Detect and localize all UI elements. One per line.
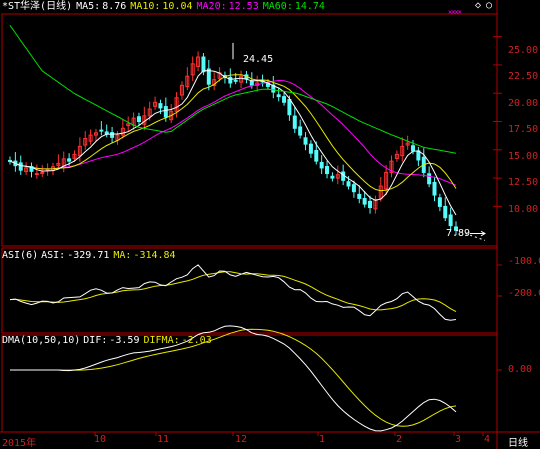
- restore-icon[interactable]: ◇: [475, 0, 481, 11]
- candle-body: [298, 126, 303, 136]
- x-label: 1: [319, 434, 326, 445]
- price-tick: 10.00: [508, 204, 539, 215]
- dma-indicator-name[interactable]: DMA(10,50,10): [2, 335, 80, 346]
- ma20-label-text: MA20:: [196, 1, 227, 12]
- candle-body: [158, 103, 163, 109]
- asi-legend: ASI(6) ASI: -329.71 MA: -314.84: [2, 250, 180, 262]
- dma-tick: 0.00: [508, 364, 533, 375]
- ma5-label: MA5: 8.76: [76, 1, 130, 12]
- asi-line: [9, 264, 457, 321]
- candle-body: [437, 197, 442, 207]
- chart-frame: [0, 0, 540, 449]
- candle-body: [432, 181, 437, 196]
- candle-body: [136, 116, 141, 123]
- candle-body: [351, 184, 356, 193]
- candle-body: [346, 181, 351, 187]
- candle-body: [104, 131, 109, 135]
- dif-value: -3.59: [109, 335, 140, 346]
- candle-body: [276, 94, 281, 98]
- asi-value: -329.71: [67, 250, 110, 261]
- asi-ma-value: -314.84: [133, 250, 176, 261]
- candle-body: [325, 166, 330, 175]
- panel-border: [1, 334, 498, 433]
- candle-body: [163, 106, 168, 118]
- candle-body: [18, 162, 23, 171]
- candle-body: [416, 150, 421, 161]
- candle-body: [357, 193, 362, 199]
- candle-body: [282, 96, 287, 103]
- candle-body: [99, 129, 104, 132]
- candle-body: [110, 132, 115, 138]
- x-label: 11: [157, 434, 170, 445]
- candle-body: [308, 143, 313, 154]
- asi-ma-label: MA:: [113, 250, 132, 261]
- price-tick: 15.00: [508, 151, 539, 162]
- asi-panel[interactable]: [9, 264, 457, 321]
- candle-body: [228, 76, 233, 84]
- candle-body: [368, 200, 373, 209]
- ma20-value: 12.53: [228, 1, 259, 12]
- asi-indicator-name[interactable]: ASI(6): [2, 250, 38, 261]
- candle-body: [427, 173, 432, 185]
- low-marker-arrow: [470, 230, 487, 237]
- low-price-marker: 7.89: [446, 228, 471, 239]
- price-legend: *ST华泽(日线) MA5: 8.76 MA10: 10.04 MA20: 12.53 MA6…: [2, 1, 329, 13]
- candle-body: [292, 115, 297, 129]
- candle-body: [201, 56, 206, 73]
- asi-tick: -200.0: [508, 288, 540, 299]
- candle-body: [362, 197, 367, 205]
- dma-legend: DMA(10,50,10) DIF: -3.59 DIFMA: -2.03: [2, 335, 216, 347]
- stock-name[interactable]: *ST华泽(日线): [2, 1, 72, 12]
- price-tick: 17.50: [508, 124, 539, 135]
- ma10-line: [9, 74, 457, 192]
- price-tick: 22.50: [508, 71, 539, 82]
- ma5-value: 8.76: [102, 1, 127, 12]
- candle-body: [319, 161, 324, 169]
- candle-body: [443, 205, 448, 219]
- asi-ma-line: [9, 271, 457, 313]
- ma60-label-text: MA60:: [262, 1, 293, 12]
- asi-label: ASI:: [41, 250, 66, 261]
- ma10-value: 10.04: [162, 1, 193, 12]
- price-tick: 12.50: [508, 177, 539, 188]
- ma60-label: MA60: 14.74: [263, 1, 329, 12]
- candle-body: [34, 173, 39, 176]
- candle-body: [330, 175, 335, 179]
- x-label: 2015年: [2, 438, 37, 449]
- candle-body: [233, 79, 238, 82]
- candle-body: [249, 80, 254, 86]
- candle-body: [67, 158, 72, 162]
- asi-tick: -100.0: [508, 256, 540, 267]
- ma5-label-text: MA5:: [76, 1, 101, 12]
- difma-label: DIFMA:: [143, 335, 180, 346]
- panel-border: [1, 13, 498, 247]
- x-label: 3: [455, 434, 462, 445]
- ma10-label-text: MA10:: [130, 1, 161, 12]
- candle-body: [314, 149, 319, 162]
- period-button[interactable]: 日线: [508, 434, 528, 449]
- candle-body: [206, 68, 211, 85]
- dif-label: DIF:: [83, 335, 108, 346]
- indicator-dots-icon[interactable]: ✕✕✕✕: [448, 8, 462, 16]
- price-tick: 25.00: [508, 45, 539, 56]
- difma-value: -2.03: [181, 335, 212, 346]
- ma10-label: MA10: 10.04: [130, 1, 196, 12]
- candle-body: [448, 214, 453, 227]
- high-price-marker: 24.45: [243, 54, 274, 65]
- close-icon[interactable]: ○: [486, 0, 492, 11]
- ma20-label: MA20: 12.53: [197, 1, 263, 12]
- x-label: 4: [484, 434, 491, 445]
- price-tick: 20.00: [508, 98, 539, 109]
- x-label: 12: [235, 434, 248, 445]
- x-label: 2: [396, 434, 403, 445]
- x-label: 10: [94, 434, 107, 445]
- candle-body: [287, 99, 292, 116]
- ma60-value: 14.74: [294, 1, 325, 12]
- candle-body: [411, 145, 416, 152]
- candle-body: [303, 137, 308, 145]
- kline-chart[interactable]: [0, 0, 540, 449]
